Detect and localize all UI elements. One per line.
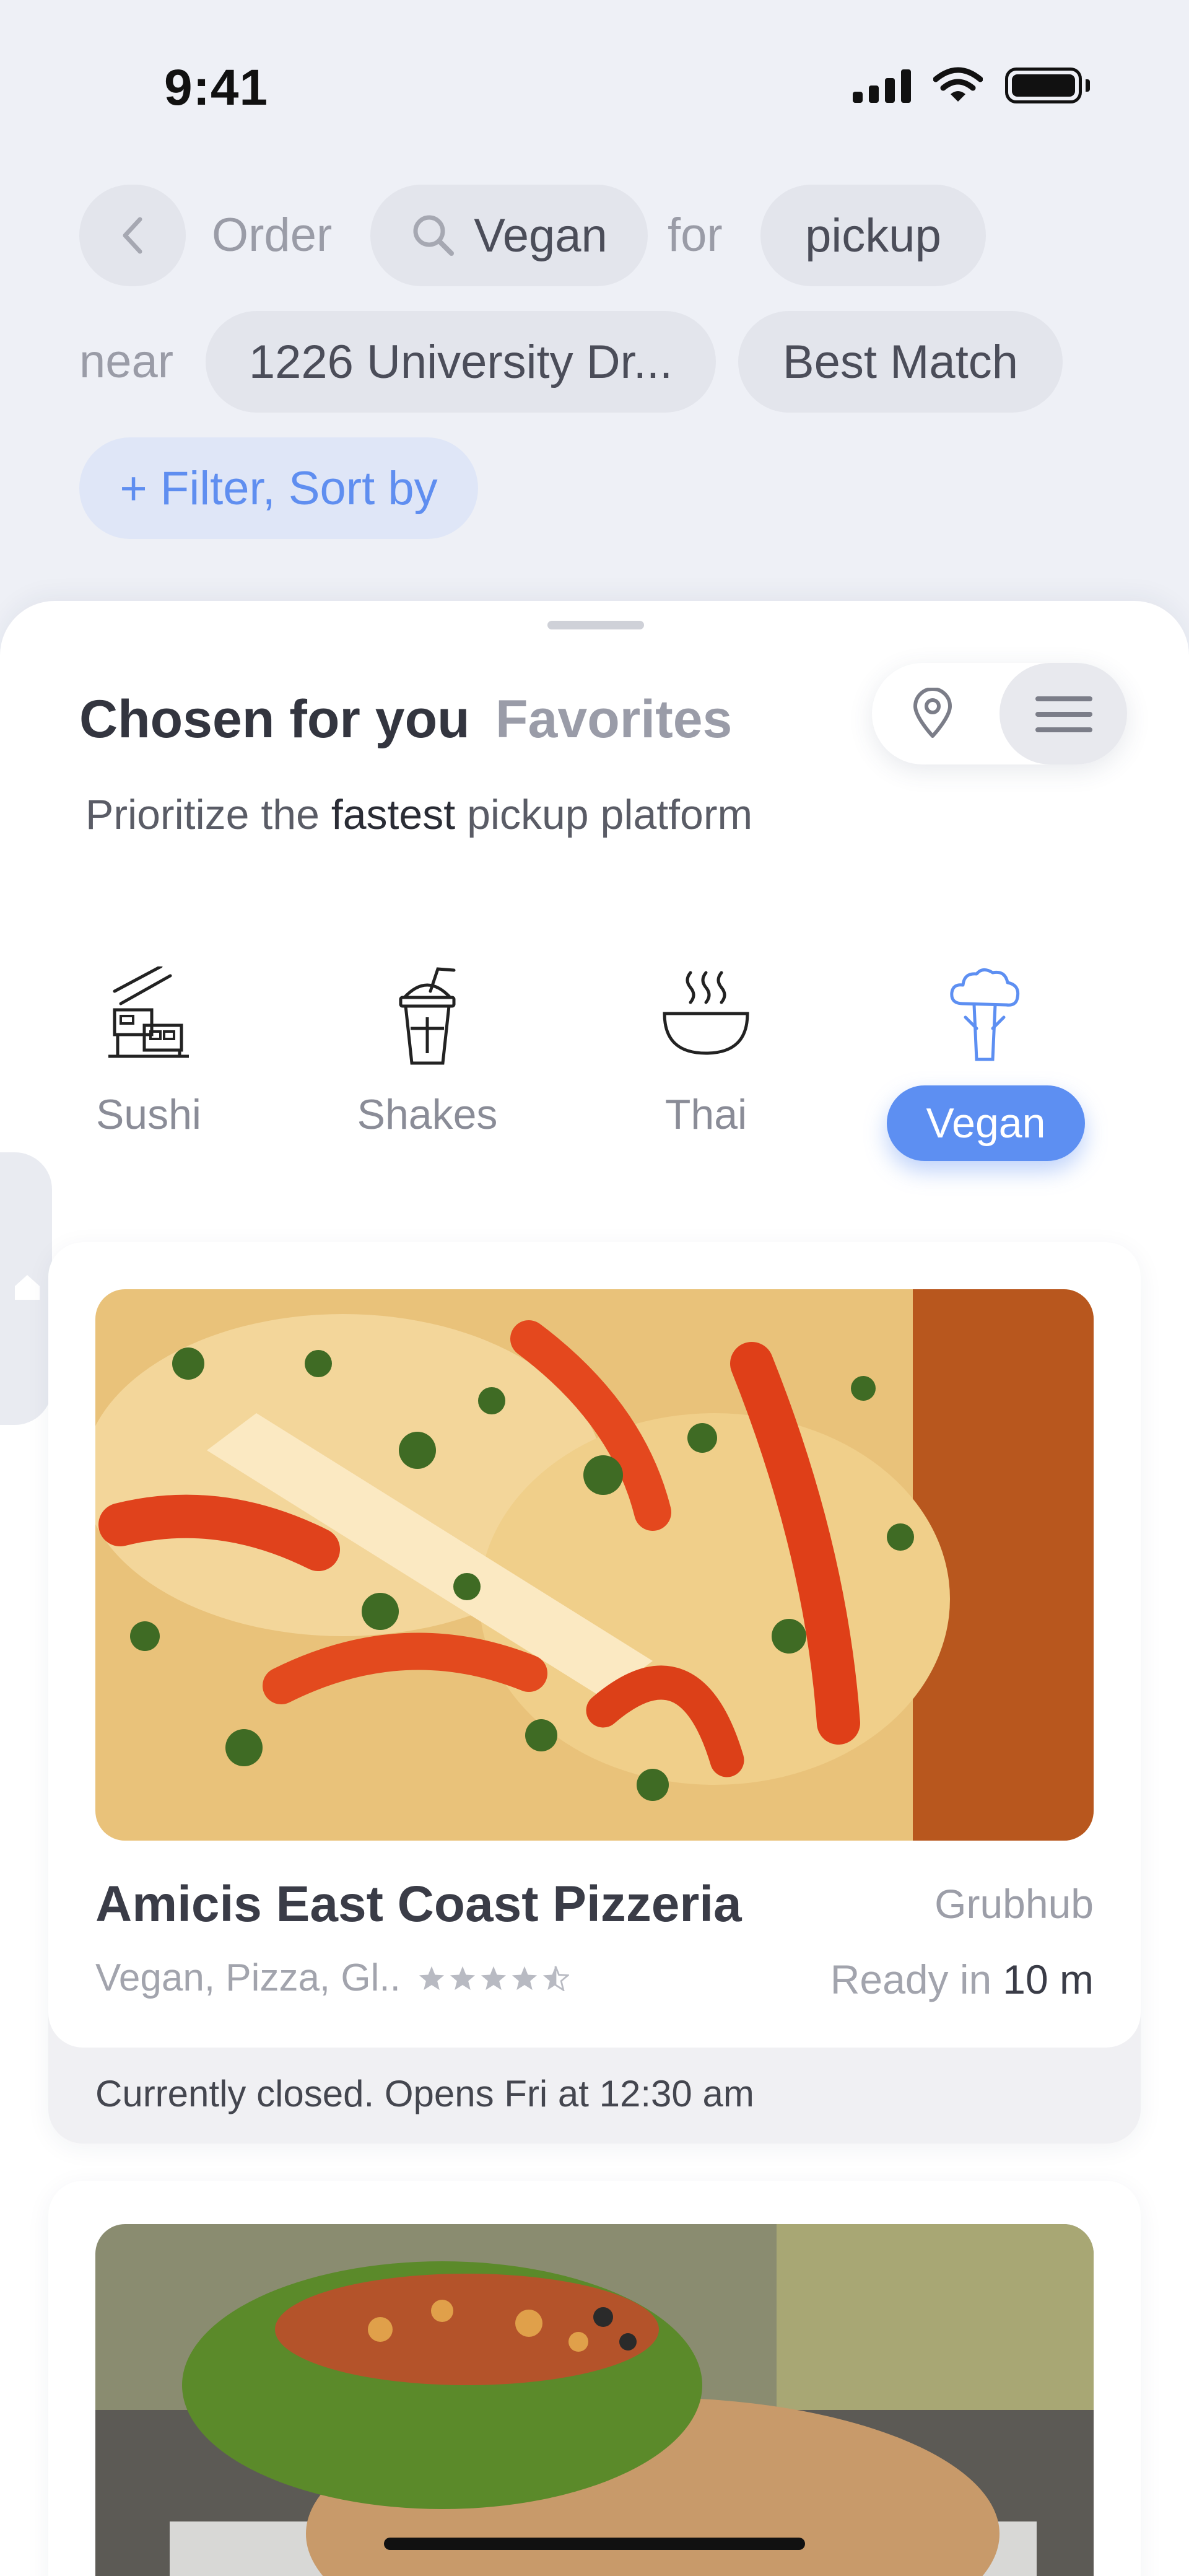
subtitle-suffix: pickup platform (467, 791, 753, 838)
category-thai[interactable]: Thai (613, 966, 799, 1139)
filter-sort-button[interactable]: + Filter, Sort by (79, 437, 478, 539)
platform-name: Grubhub (934, 1881, 1094, 1927)
subtitle-prefix: Prioritize the (85, 791, 320, 838)
home-indicator[interactable] (384, 2538, 805, 2550)
restaurant-photo (95, 2224, 1094, 2576)
category-label: Shakes (357, 1091, 498, 1138)
status-bar: 9:41 (0, 0, 1189, 173)
rating-stars (418, 1965, 569, 1991)
restaurant-hours-status: Currently closed. Opens Fri at 12:30 am (95, 2073, 754, 2114)
subtitle-emphasis: fastest (331, 791, 456, 838)
sheet-grabber[interactable] (547, 621, 644, 629)
category-label: Thai (664, 1091, 747, 1138)
category-vegan[interactable] (892, 966, 1078, 1066)
map-pin-icon[interactable] (907, 688, 959, 740)
star-icon (450, 1966, 475, 1990)
star-icon (512, 1966, 537, 1990)
subtitle: Prioritize the fastest pickup platform (85, 791, 752, 839)
restaurant-card[interactable]: Amicis East Coast Pizzeria Grubhub Vegan… (48, 1242, 1141, 2144)
back-button[interactable] (79, 185, 186, 286)
status-icons (853, 67, 1090, 104)
category-shakes[interactable]: Shakes (334, 966, 520, 1139)
battery-icon (1005, 68, 1090, 103)
status-time: 9:41 (164, 59, 269, 116)
shake-icon (399, 967, 456, 1065)
for-label: for (668, 209, 723, 261)
ready-label: Ready in (830, 1956, 992, 2002)
half-star-icon (542, 1965, 569, 1991)
ready-time: Ready in 10 m (830, 1956, 1094, 2003)
sort-pill[interactable]: Best Match (738, 311, 1063, 413)
category-label: Sushi (95, 1091, 202, 1138)
restaurant-name: Amicis East Coast Pizzeria (95, 1876, 742, 1932)
cuisine-search-pill[interactable]: Vegan (370, 185, 648, 286)
star-icon (419, 1966, 444, 1990)
restaurant-photo (95, 1289, 1094, 1841)
tab-chosen-for-you[interactable]: Chosen for you (79, 689, 470, 750)
ready-value: 10 m (1003, 1956, 1094, 2002)
tab-favorites[interactable]: Favorites (495, 689, 732, 750)
fulfillment-mode-pill[interactable]: pickup (760, 185, 986, 286)
wifi-icon (933, 67, 983, 102)
restaurant-meta: Vegan, Pizza, Gl.. (95, 1956, 569, 2000)
category-sushi[interactable]: Sushi (56, 966, 242, 1139)
cellular-signal-icon (853, 68, 911, 103)
chevron-left-icon (123, 217, 142, 254)
noodle-bowl-icon (663, 971, 749, 1055)
home-icon[interactable] (11, 1270, 43, 1302)
search-icon (413, 215, 455, 256)
restaurant-card[interactable] (48, 2181, 1141, 2576)
order-label: Order (212, 209, 333, 261)
broccoli-icon (950, 968, 1020, 1061)
sushi-icon (108, 966, 189, 1058)
near-label: near (79, 335, 174, 388)
view-toggle (872, 663, 1127, 764)
search-term: Vegan (474, 209, 608, 262)
star-icon (481, 1966, 506, 1990)
address-pill[interactable]: 1226 University Dr... (206, 311, 716, 413)
list-icon (1035, 696, 1092, 734)
cuisine-tags: Vegan, Pizza, Gl.. (95, 1956, 401, 1999)
category-vegan-selected-pill[interactable]: Vegan (887, 1085, 1085, 1161)
